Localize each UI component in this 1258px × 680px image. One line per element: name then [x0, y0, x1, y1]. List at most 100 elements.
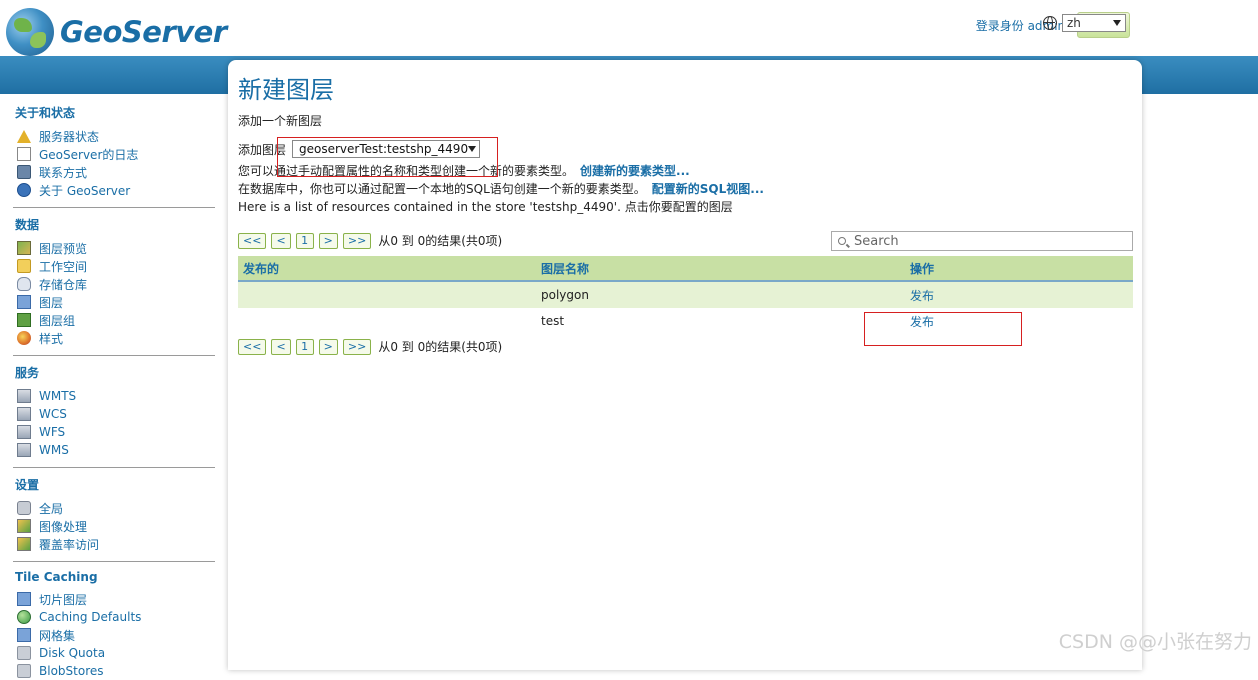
- cell-layer-name: polygon: [541, 288, 589, 302]
- sidebar-item-label: 全局: [39, 501, 64, 516]
- language-globe-icon: [1043, 16, 1057, 30]
- add-layer-label: 添加图层: [238, 142, 287, 157]
- sidebar-item-styles[interactable]: 样式: [15, 329, 216, 347]
- sidebar-item-caching-defaults[interactable]: Caching Defaults: [15, 608, 216, 626]
- nav-section-title: 设置: [15, 478, 40, 492]
- geoserver-logo[interactable]: GeoServer: [6, 8, 227, 56]
- sidebar-item-label: GeoServer的日志: [39, 147, 139, 162]
- nav-section-title: 服务: [15, 366, 40, 380]
- server-icon: [17, 425, 31, 439]
- search-input[interactable]: [854, 233, 1114, 249]
- nav-section-settings: 设置 全局 图像处理 覆盖率访问: [0, 476, 228, 553]
- sidebar-item-wfs[interactable]: WFS: [15, 423, 216, 441]
- page-number-button[interactable]: 1: [295, 232, 314, 249]
- sidebar-item-layers[interactable]: 图层: [15, 293, 216, 311]
- cell-layer-name: test: [541, 314, 565, 328]
- sidebar-item-workspaces[interactable]: 工作空间: [15, 257, 216, 275]
- last-page-button[interactable]: >>: [342, 232, 372, 249]
- publish-link[interactable]: 发布: [910, 315, 934, 329]
- sidebar-item-global[interactable]: 全局: [15, 499, 216, 517]
- column-header-published[interactable]: 发布的: [238, 260, 541, 277]
- store-select[interactable]: geoserverTest:testshp_4490: [292, 140, 481, 158]
- sidebar-item-label: BlobStores: [39, 664, 104, 678]
- sidebar-item-label: WCS: [39, 407, 67, 421]
- page-title: 新建图层: [238, 76, 334, 104]
- search-box: [831, 231, 1133, 251]
- sidebar-item-wmts[interactable]: WMTS: [15, 387, 216, 405]
- sidebar-item-tile-layers[interactable]: 切片图层: [15, 590, 216, 608]
- info-icon: [17, 183, 31, 197]
- last-page-button[interactable]: >>: [342, 338, 372, 355]
- sidebar-item-gridsets[interactable]: 网格集: [15, 626, 216, 644]
- sidebar-item-logs[interactable]: GeoServer的日志: [15, 145, 216, 163]
- settings-icon: [17, 501, 31, 515]
- server-icon: [17, 443, 31, 457]
- sidebar-item-disk-quota[interactable]: Disk Quota: [15, 644, 216, 662]
- logo-text: GeoServer: [60, 15, 227, 49]
- sidebar-item-layer-preview[interactable]: 图层预览: [15, 239, 216, 257]
- language-select[interactable]: zh: [1062, 14, 1126, 32]
- layer-icon: [17, 295, 31, 309]
- add-layer-row: 添加图层 geoserverTest:testshp_4490: [238, 140, 481, 158]
- folder-icon: [17, 259, 31, 273]
- nav-section-title: Tile Caching: [15, 570, 98, 584]
- contact-card-icon: [17, 165, 31, 179]
- resources-info: Here is a list of resources contained in…: [238, 200, 733, 214]
- sql-view-text: 在数据库中，你也可以通过配置一个本地的SQL语句创建一个新的要素类型。: [238, 182, 646, 196]
- sidebar-item-server-status[interactable]: 服务器状态: [15, 127, 216, 145]
- coverage-access-icon: [17, 537, 31, 551]
- sidebar-item-stores[interactable]: 存储仓库: [15, 275, 216, 293]
- sidebar-item-label: 网格集: [39, 628, 76, 643]
- sidebar-divider: [13, 561, 215, 562]
- main-panel: 新建图层 添加一个新图层 添加图层 geoserverTest:testshp_…: [228, 60, 1142, 670]
- sidebar-nav: 关于和状态 服务器状态 GeoServer的日志 联系方式 关于 GeoServ…: [0, 96, 228, 680]
- sidebar-item-about[interactable]: 关于 GeoServer: [15, 181, 216, 199]
- blobstore-icon: [17, 664, 31, 678]
- pager-bottom: << < 1 > >> 从0 到 0的结果(共0项): [238, 338, 502, 355]
- first-page-button[interactable]: <<: [238, 232, 267, 249]
- sidebar-item-label: WMS: [39, 443, 69, 457]
- page-subtitle: 添加一个新图层: [238, 114, 323, 128]
- create-feature-type-link[interactable]: 创建新的要素类型...: [580, 164, 690, 178]
- prev-page-button[interactable]: <: [271, 338, 291, 355]
- sidebar-item-contact[interactable]: 联系方式: [15, 163, 216, 181]
- sidebar-divider: [13, 467, 215, 468]
- disk-icon: [17, 646, 31, 660]
- sidebar-item-label: 关于 GeoServer: [39, 183, 131, 198]
- first-page-button[interactable]: <<: [238, 338, 267, 355]
- page-number-button[interactable]: 1: [295, 338, 314, 355]
- sidebar-item-wcs[interactable]: WCS: [15, 405, 216, 423]
- server-icon: [17, 407, 31, 421]
- server-icon: [17, 389, 31, 403]
- sidebar-item-label: 图层: [39, 295, 64, 310]
- sidebar-item-wms[interactable]: WMS: [15, 441, 216, 459]
- configure-sql-view-link[interactable]: 配置新的SQL视图...: [652, 182, 764, 196]
- document-icon: [17, 147, 31, 161]
- tile-layers-icon: [17, 592, 31, 606]
- nav-section-title: 关于和状态: [15, 106, 76, 120]
- sidebar-item-blobstores[interactable]: BlobStores: [15, 662, 216, 680]
- globe-logo-icon: [6, 8, 54, 56]
- sidebar-item-label: 图层组: [39, 313, 76, 328]
- next-page-button[interactable]: >: [318, 232, 338, 249]
- sidebar-item-label: 样式: [39, 331, 64, 346]
- sidebar-item-label: WFS: [39, 425, 66, 439]
- nav-section-about: 关于和状态 服务器状态 GeoServer的日志 联系方式 关于 GeoServ…: [0, 104, 228, 199]
- warning-icon: [17, 129, 31, 143]
- pager-summary: 从0 到 0的结果(共0项): [378, 340, 503, 354]
- layer-group-icon: [17, 313, 31, 327]
- prev-page-button[interactable]: <: [271, 232, 291, 249]
- publish-link[interactable]: 发布: [910, 289, 934, 303]
- sidebar-item-label: 切片图层: [39, 592, 88, 607]
- sidebar-divider: [13, 207, 215, 208]
- search-icon: [838, 237, 846, 245]
- column-header-layer-name[interactable]: 图层名称: [541, 260, 910, 277]
- sidebar-divider: [13, 355, 215, 356]
- sidebar-item-image-processing[interactable]: 图像处理: [15, 517, 216, 535]
- chevron-down-icon: [1113, 20, 1121, 26]
- nav-section-title: 数据: [15, 218, 40, 232]
- next-page-button[interactable]: >: [318, 338, 338, 355]
- map-preview-icon: [17, 241, 31, 255]
- sidebar-item-layer-groups[interactable]: 图层组: [15, 311, 216, 329]
- sidebar-item-coverage-access[interactable]: 覆盖率访问: [15, 535, 216, 553]
